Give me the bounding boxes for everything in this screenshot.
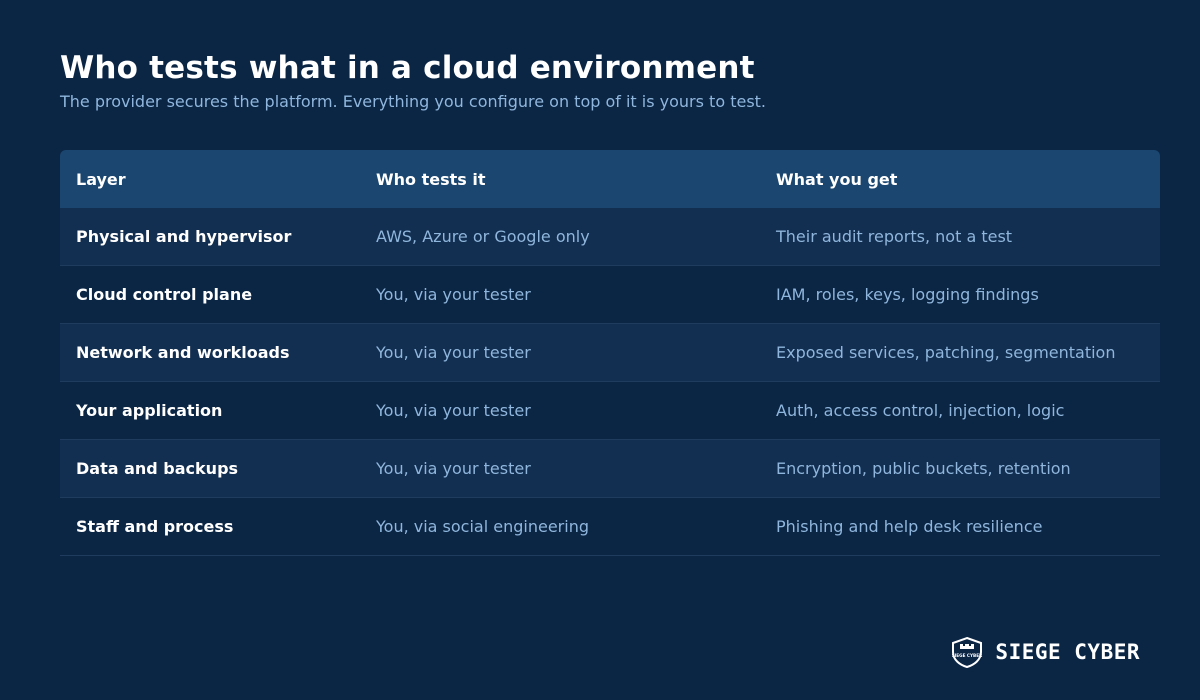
who-tests-cell: You, via social engineering (376, 517, 589, 536)
what-you-get-cell: Auth, access control, injection, logic (776, 401, 1065, 420)
table-row: Cloud control plane You, via your tester… (60, 266, 1160, 324)
logo-mark-text: SIEGE CYBER (952, 653, 983, 658)
what-you-get-cell: IAM, roles, keys, logging findings (776, 285, 1039, 304)
brand-name: SIEGE CYBER (995, 640, 1140, 664)
table-row: Physical and hypervisor AWS, Azure or Go… (60, 208, 1160, 266)
who-tests-cell: You, via your tester (376, 285, 531, 304)
who-tests-cell: You, via your tester (376, 459, 531, 478)
layer-cell: Network and workloads (76, 343, 290, 362)
layer-cell: Data and backups (76, 459, 239, 478)
layer-cell: Physical and hypervisor (76, 227, 292, 246)
what-you-get-cell: Phishing and help desk resilience (776, 517, 1043, 536)
layer-cell: Your application (76, 401, 223, 420)
table-row: Data and backups You, via your tester En… (60, 440, 1160, 498)
what-you-get-cell: Their audit reports, not a test (776, 227, 1013, 246)
table-row: Your application You, via your tester Au… (60, 382, 1160, 440)
header-what-you-get: What you get (776, 169, 898, 189)
responsibility-table: Layer Who tests it What you get Physical… (60, 150, 1160, 556)
header-who-tests: Who tests it (376, 169, 486, 189)
who-tests-cell: AWS, Azure or Google only (376, 227, 590, 246)
layer-cell: Cloud control plane (76, 285, 253, 304)
who-tests-cell: You, via your tester (376, 343, 531, 362)
table-row: Staff and process You, via social engine… (60, 498, 1160, 556)
shield-logo-icon: SIEGE CYBER (952, 636, 983, 668)
header-layer: Layer (76, 169, 126, 189)
layer-cell: Staff and process (76, 517, 234, 536)
brand-logo: SIEGE CYBER SIEGE CYBER (949, 636, 1140, 668)
what-you-get-cell: Encryption, public buckets, retention (776, 459, 1071, 478)
what-you-get-cell: Exposed services, patching, segmentation (776, 343, 1116, 362)
page-subtitle: The provider secures the platform. Every… (60, 92, 767, 111)
who-tests-cell: You, via your tester (376, 401, 531, 420)
table-header-row: Layer Who tests it What you get (60, 150, 1160, 208)
page-title: Who tests what in a cloud environment (60, 50, 755, 86)
table-row: Network and workloads You, via your test… (60, 324, 1160, 382)
